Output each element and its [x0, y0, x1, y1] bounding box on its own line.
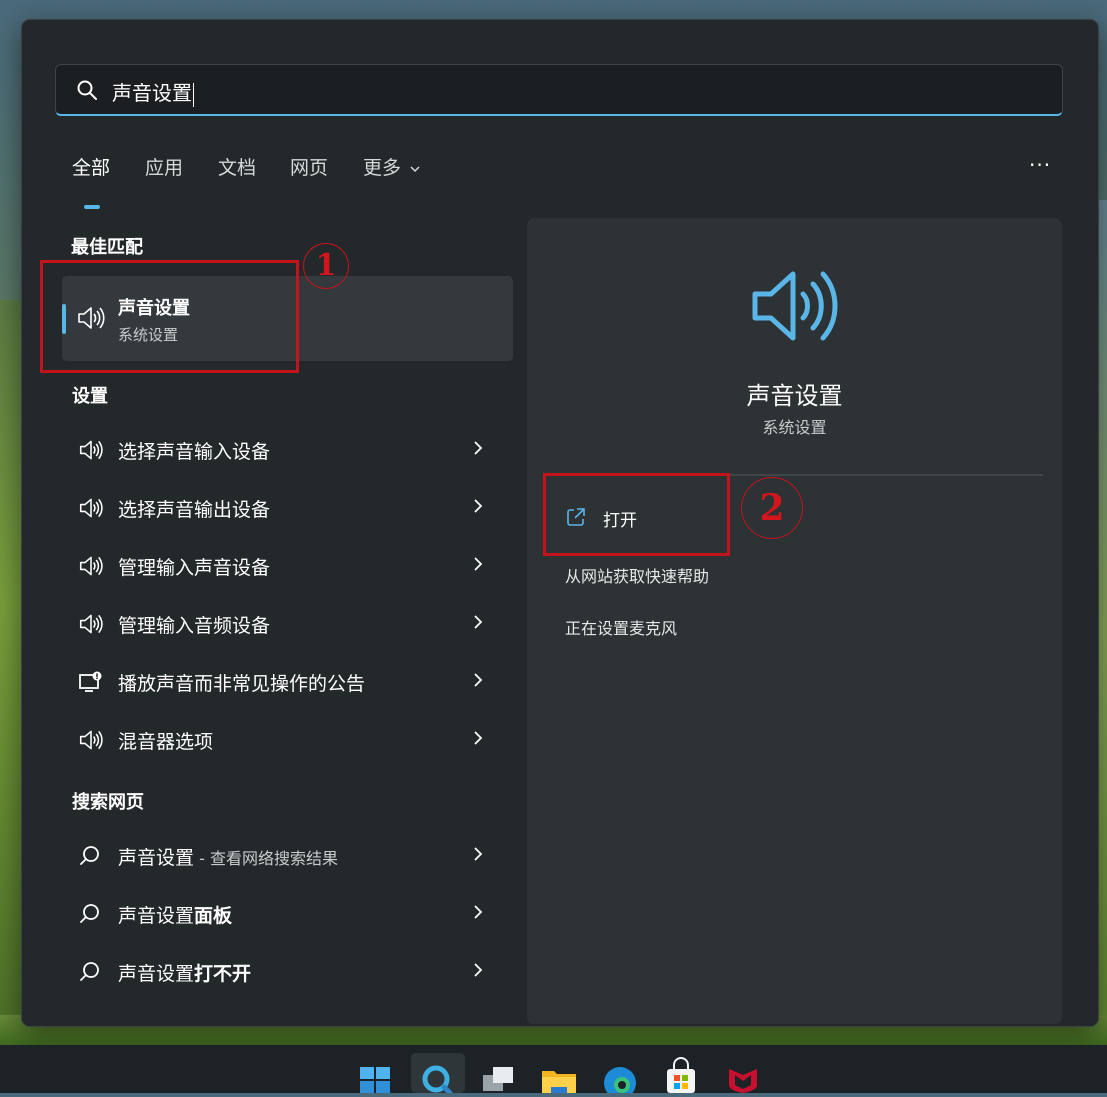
quick-help-link[interactable]: 从网站获取快速帮助 [565, 563, 709, 587]
web-item-query: 声音设置 [118, 847, 195, 869]
tab-apps[interactable]: 应用 [145, 153, 183, 180]
file-explorer-icon[interactable] [537, 1053, 581, 1093]
speaker-icon [78, 496, 104, 524]
annotation-marker-1: 1 [303, 243, 349, 289]
chevron-right-icon [472, 903, 484, 925]
settings-result-item[interactable]: 选择声音输入设备 [62, 424, 513, 476]
settings-result-item[interactable]: 混音器选项 [62, 714, 513, 766]
web-item-suffix: - 查看网络搜索结果 [194, 849, 338, 868]
more-options-button[interactable]: ··· [1029, 153, 1051, 177]
search-query-text: 声音设置 [112, 81, 194, 107]
active-tab-indicator [84, 205, 100, 209]
web-result-item[interactable]: 声音设置打不开 [62, 946, 513, 998]
speaker-icon [78, 612, 104, 640]
settings-item-label: 管理输入声音设备 [118, 557, 271, 579]
web-item-query: 声音设置 [118, 905, 195, 927]
annotation-box-2 [543, 473, 730, 556]
web-item-bold: 面板 [194, 905, 233, 927]
settings-result-item[interactable]: 管理输入声音设备 [62, 540, 513, 592]
search-icon[interactable] [411, 1053, 465, 1096]
settings-result-item[interactable]: 播放声音而非常见操作的公告 [62, 656, 513, 708]
settings-item-label: 管理输入音频设备 [118, 615, 271, 637]
settings-heading: 设置 [72, 386, 108, 407]
settings-item-label: 混音器选项 [118, 731, 214, 753]
search-icon [78, 960, 102, 988]
settings-item-label: 选择声音输入设备 [118, 441, 271, 463]
preview-title: 声音设置 [746, 382, 843, 410]
search-input[interactable]: 声音设置 [55, 64, 1063, 116]
microphone-setup-link[interactable]: 正在设置麦克风 [565, 615, 677, 639]
chevron-down-icon [410, 165, 420, 172]
speaker-icon [747, 264, 843, 352]
chevron-right-icon [472, 439, 484, 461]
result-preview-pane: 声音设置 系统设置 打开 从网站获取快速帮助 正在设置麦克风 [527, 218, 1062, 1024]
web-result-item[interactable]: 声音设置面板 [62, 888, 513, 940]
chevron-right-icon [472, 671, 484, 693]
chevron-right-icon [472, 497, 484, 519]
web-item-label: 声音设置 - 查看网络搜索结果 [118, 843, 338, 870]
chevron-right-icon [472, 613, 484, 635]
tab-more[interactable]: 更多 [363, 153, 421, 180]
web-item-query: 声音设置 [118, 963, 195, 985]
settings-item-label: 选择声音输出设备 [118, 499, 271, 521]
notification-monitor-icon [78, 670, 104, 698]
annotation-box-1 [40, 260, 299, 373]
chevron-right-icon [472, 729, 484, 751]
taskbar [0, 1045, 1107, 1097]
web-search-heading: 搜索网页 [72, 792, 144, 813]
best-match-heading: 最佳匹配 [71, 237, 143, 258]
mcafee-icon[interactable] [721, 1053, 765, 1093]
store-icon[interactable] [659, 1053, 703, 1093]
chevron-right-icon [472, 555, 484, 577]
start-search-panel: 声音设置 全部 应用 文档 网页 更多 ··· 最佳匹配 声音设置 系统设置 设… [21, 19, 1099, 1027]
search-icon [76, 79, 98, 105]
edge-icon[interactable] [598, 1053, 642, 1097]
tab-all[interactable]: 全部 [72, 153, 110, 180]
speaker-icon [78, 438, 104, 466]
windows-start-icon[interactable] [354, 1053, 398, 1093]
tab-web[interactable]: 网页 [290, 153, 328, 180]
settings-item-label: 播放声音而非常见操作的公告 [118, 673, 366, 695]
speaker-icon [78, 728, 104, 756]
tab-documents[interactable]: 文档 [218, 153, 256, 180]
web-item-label: 声音设置面板 [118, 901, 232, 928]
annotation-marker-2: 2 [741, 477, 803, 539]
chevron-right-icon [472, 845, 484, 867]
text-caret [193, 82, 194, 107]
tab-more-label: 更多 [363, 157, 402, 179]
web-item-bold: 打不开 [194, 963, 252, 985]
settings-result-item[interactable]: 选择声音输出设备 [62, 482, 513, 534]
settings-result-item[interactable]: 管理输入音频设备 [62, 598, 513, 650]
web-item-label: 声音设置打不开 [118, 959, 251, 986]
preview-subtitle: 系统设置 [762, 418, 827, 437]
chevron-right-icon [472, 961, 484, 983]
web-result-item[interactable]: 声音设置 - 查看网络搜索结果 [62, 830, 513, 882]
search-icon [78, 902, 102, 930]
speaker-icon [78, 554, 104, 582]
task-view-icon[interactable] [477, 1053, 521, 1093]
search-icon [78, 844, 102, 872]
